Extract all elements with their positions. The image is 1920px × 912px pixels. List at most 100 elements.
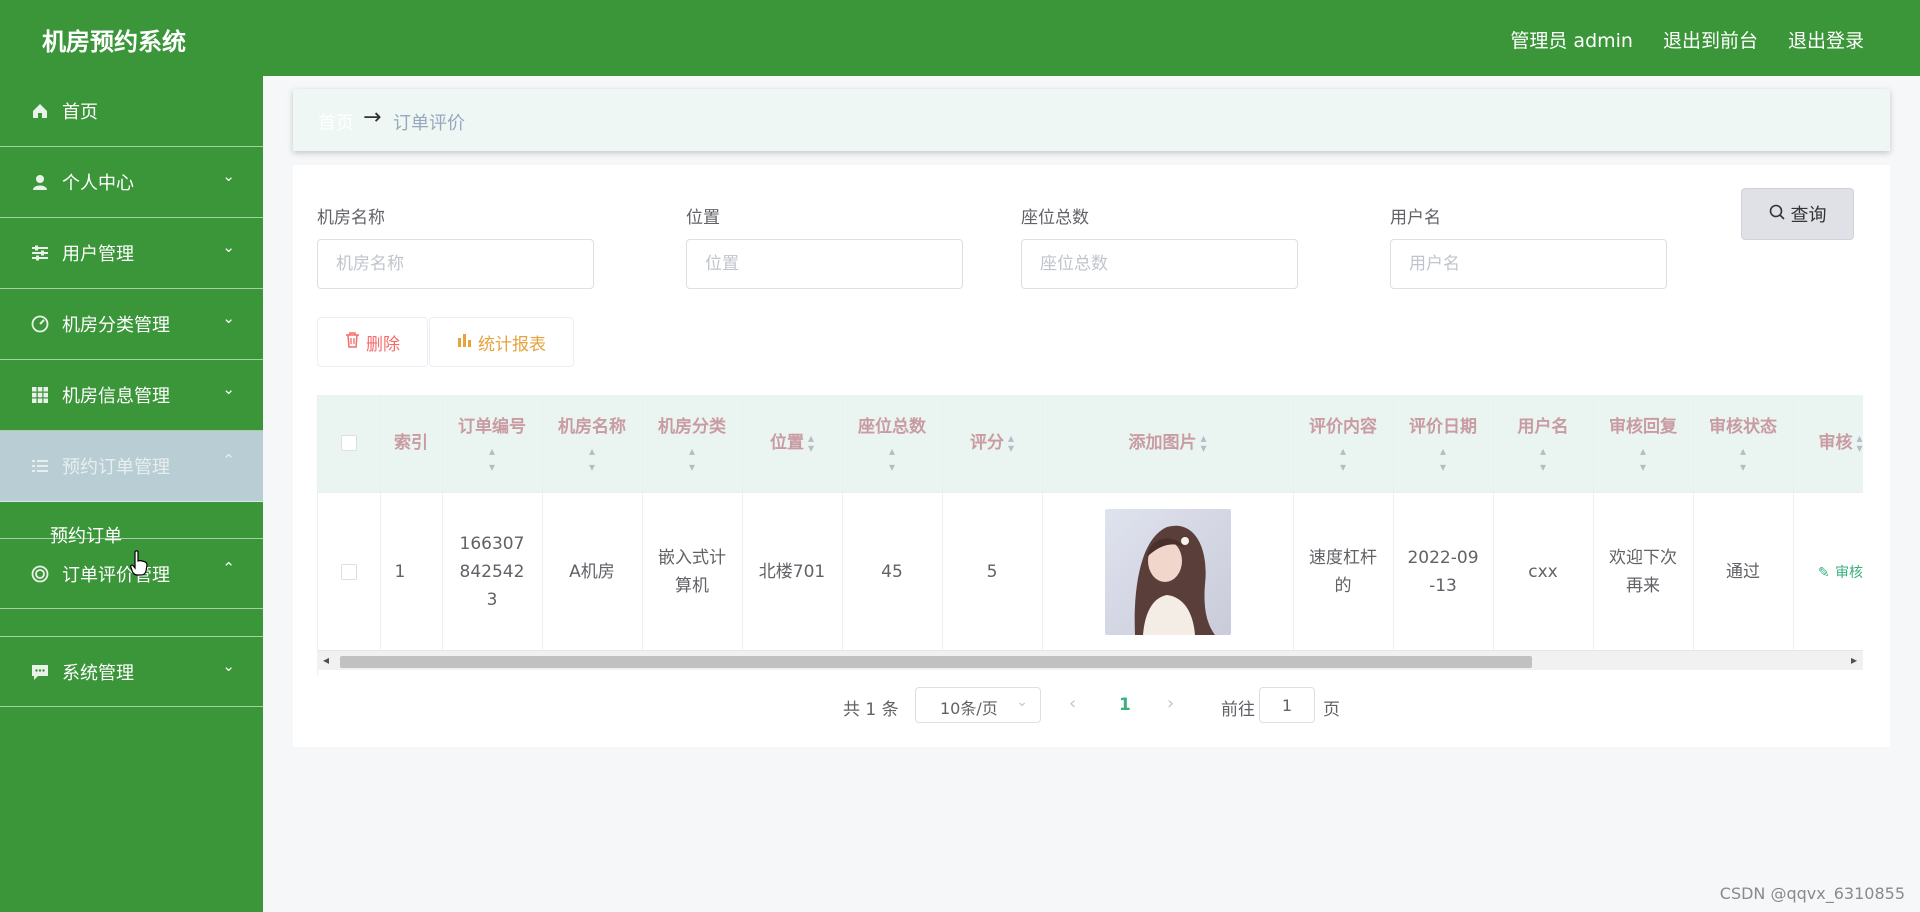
sidebar-item-personal[interactable]: 个人中心 ⌄ <box>0 147 263 218</box>
column-header[interactable]: 评分 ▴ ▾ <box>942 395 1043 493</box>
select-all-checkbox-cell[interactable] <box>318 395 381 493</box>
sort-icon[interactable]: ▴ ▾ <box>543 443 642 475</box>
seats-input[interactable] <box>1021 239 1298 289</box>
horizontal-scrollbar[interactable]: ◂ ▸ <box>317 650 1863 670</box>
column-header[interactable]: 用户名 ▴ ▾ <box>1493 395 1594 493</box>
list-icon <box>30 457 50 477</box>
sidebar-item-home[interactable]: 首页 <box>0 76 263 147</box>
column-header[interactable]: 审核状态 ▴ ▾ <box>1693 395 1794 493</box>
location-input[interactable] <box>686 239 963 289</box>
sidebar-item-label: 机房分类管理 <box>62 315 170 336</box>
user-icon <box>30 173 50 193</box>
username-cell: cxx <box>1493 492 1594 653</box>
search-button[interactable]: 查询 <box>1741 188 1854 240</box>
goto-label: 前往 <box>1221 700 1255 720</box>
chevron-up-icon: ⌃ <box>222 559 235 577</box>
sidebar-item-label: 机房信息管理 <box>62 386 170 407</box>
chevron-up-icon: ⌃ <box>222 451 235 469</box>
sliders-icon <box>30 244 50 264</box>
content-cell: 速度杠杆的 <box>1293 492 1394 653</box>
sidebar-item-system[interactable]: 系统管理 ⌄ <box>0 636 263 707</box>
status-cell: 通过 <box>1693 492 1794 653</box>
order-no-cell: 1663078425423 <box>442 492 543 653</box>
sort-icon[interactable]: ▴ ▾ <box>1294 443 1393 475</box>
index-cell: 1 <box>380 492 443 653</box>
select-all-checkbox[interactable] <box>340 435 357 452</box>
page-size-select[interactable]: 10条/页 ⌄ <box>915 687 1041 723</box>
reply-cell: 欢迎下次再来 <box>1593 492 1694 653</box>
sort-icon[interactable]: ▴ ▾ <box>1394 443 1493 475</box>
scroll-left-icon[interactable]: ◂ <box>323 653 329 667</box>
page-size-value: 10条/页 <box>940 699 998 718</box>
admin-label: 管理员 admin <box>1510 30 1633 52</box>
date-cell: 2022-09-13 <box>1393 492 1494 653</box>
sidebar-item-label: 预约订单管理 <box>62 457 170 478</box>
sidebar-item-label: 个人中心 <box>62 173 134 194</box>
breadcrumb: 首页 → 订单评价 <box>293 89 1890 151</box>
target-icon <box>30 565 50 585</box>
exit-to-front-link[interactable]: 退出到前台 <box>1663 26 1758 53</box>
sort-icon[interactable]: ▴ ▾ <box>1008 432 1014 454</box>
review-action-cell[interactable]: ✎ 审核 <box>1793 492 1863 653</box>
page-number-current[interactable]: 1 <box>1119 695 1131 715</box>
room-category-cell: 嵌入式计算机 <box>642 492 743 653</box>
sort-icon[interactable]: ▴ ▾ <box>1856 432 1862 454</box>
delete-button[interactable]: 删除 <box>317 317 428 367</box>
sidebar-item-label: 首页 <box>62 102 98 123</box>
home-icon <box>30 102 50 122</box>
column-header[interactable]: 审核回复 ▴ ▾ <box>1593 395 1694 493</box>
sort-icon[interactable]: ▴ ▾ <box>843 443 942 475</box>
column-header[interactable]: 审核 ▴ ▾ <box>1793 395 1863 493</box>
chevron-down-icon: ⌄ <box>222 167 235 185</box>
sidebar-item-room-category[interactable]: 机房分类管理 ⌄ <box>0 289 263 360</box>
sort-icon[interactable]: ▴ ▾ <box>1494 443 1593 475</box>
scrollbar-thumb[interactable] <box>340 656 1532 668</box>
chevron-down-icon: ⌄ <box>222 657 235 675</box>
column-header[interactable]: 座位总数 ▴ ▾ <box>842 395 943 493</box>
room-name-cell: A机房 <box>542 492 643 653</box>
seats-cell: 45 <box>842 492 943 653</box>
column-header[interactable]: 机房分类 ▴ ▾ <box>642 395 743 493</box>
column-header: 索引 <box>380 395 443 493</box>
sort-icon[interactable]: ▴ ▾ <box>643 443 742 475</box>
stats-report-button[interactable]: 统计报表 <box>429 317 574 367</box>
room-name-label: 机房名称 <box>317 208 385 228</box>
sort-icon[interactable]: ▴ ▾ <box>443 443 542 475</box>
sort-icon[interactable]: ▴ ▾ <box>1694 443 1793 475</box>
breadcrumb-arrow: → <box>363 105 382 130</box>
sort-icon[interactable]: ▴ ▾ <box>1200 432 1206 454</box>
next-page-button[interactable]: › <box>1167 693 1174 714</box>
breadcrumb-home[interactable]: 首页 <box>318 109 354 135</box>
content-panel: 机房名称 位置 座位总数 用户名 查询 删除 统计报表 <box>293 165 1890 747</box>
watermark: CSDN @qqvx_6310855 <box>1719 884 1905 903</box>
row-checkbox[interactable] <box>340 564 357 580</box>
column-header[interactable]: 机房名称 ▴ ▾ <box>542 395 643 493</box>
sidebar-item-booking-orders[interactable]: 预约订单管理 ⌃ <box>0 431 263 502</box>
column-header[interactable]: 添加图片 ▴ ▾ <box>1042 395 1294 493</box>
goto-page-input[interactable] <box>1259 687 1315 723</box>
row-checkbox-cell[interactable] <box>318 492 381 653</box>
review-action-link[interactable]: 审核 <box>1835 565 1863 581</box>
username-label: 用户名 <box>1390 208 1441 228</box>
username-input[interactable] <box>1390 239 1667 289</box>
chat-icon <box>30 663 50 683</box>
column-header[interactable]: 评价日期 ▴ ▾ <box>1393 395 1494 493</box>
location-cell: 北楼701 <box>742 492 843 653</box>
scroll-right-icon[interactable]: ▸ <box>1851 653 1857 667</box>
chevron-down-icon: ⌄ <box>222 238 235 256</box>
column-header[interactable]: 评价内容 ▴ ▾ <box>1293 395 1394 493</box>
logout-link[interactable]: 退出登录 <box>1788 26 1864 53</box>
table-header-row: 索引 订单编号 ▴ ▾ 机房名称 ▴ ▾ 机房分类 ▴ ▾ 位置 ▴ ▾ 座位总数 ▴ ▾ 评分 ▴ ▾… <box>318 395 1863 493</box>
sort-icon[interactable]: ▴ ▾ <box>1594 443 1693 475</box>
sort-icon[interactable]: ▴ ▾ <box>808 432 814 454</box>
column-header[interactable]: 位置 ▴ ▾ <box>742 395 843 493</box>
sidebar-item-label: 订单评价管理 <box>62 565 170 586</box>
column-header[interactable]: 订单编号 ▴ ▾ <box>442 395 543 493</box>
sidebar-item-room-info[interactable]: 机房信息管理 ⌄ <box>0 360 263 431</box>
prev-page-button[interactable]: ‹ <box>1069 693 1076 714</box>
sidebar-item-users[interactable]: 用户管理 ⌄ <box>0 218 263 289</box>
room-name-input[interactable] <box>317 239 594 289</box>
app-title: 机房预约系统 <box>42 28 186 56</box>
review-photo[interactable] <box>1104 509 1231 635</box>
chevron-down-icon: ⌄ <box>222 380 235 398</box>
